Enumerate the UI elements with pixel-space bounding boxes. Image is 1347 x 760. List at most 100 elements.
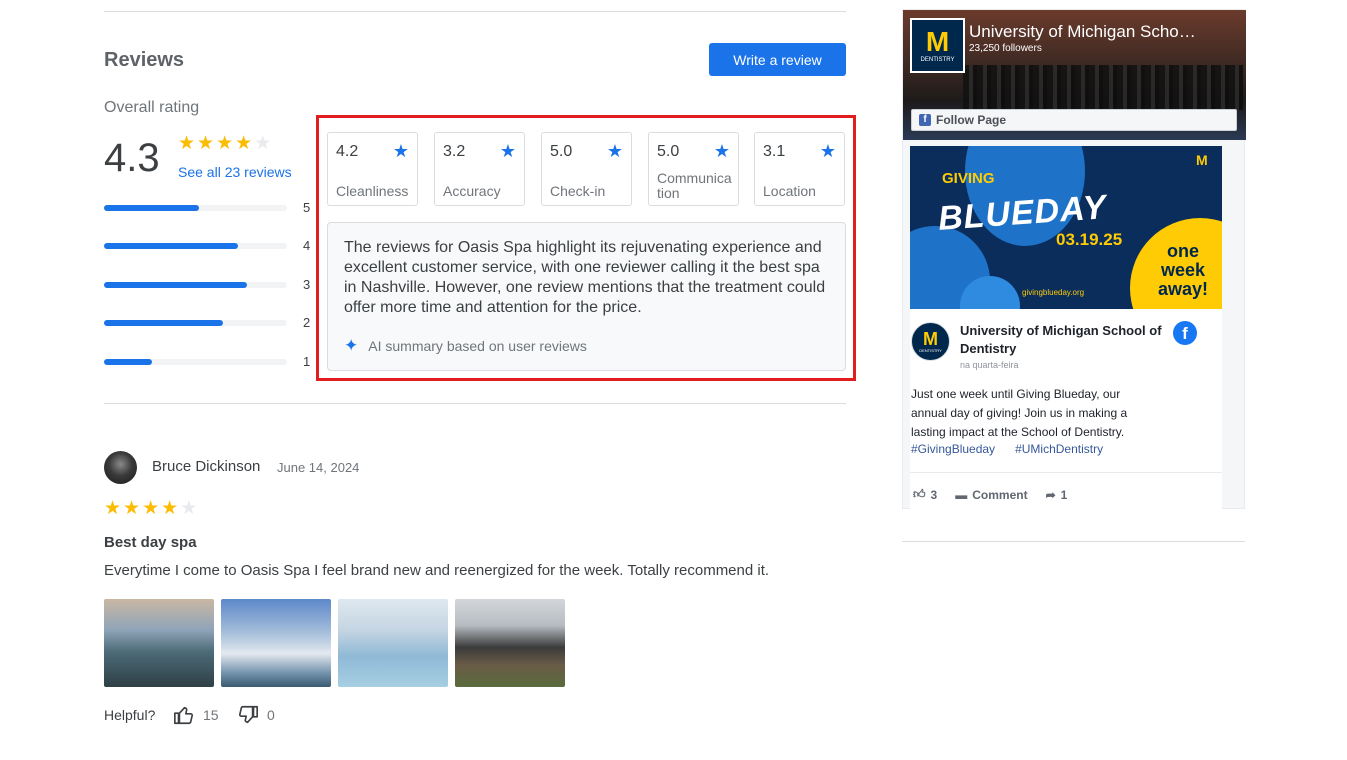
category-score: 3.1 — [763, 143, 786, 160]
star-icon: ★ — [161, 498, 179, 519]
category-card-location: 3.1 ★ Location — [754, 132, 845, 206]
comment-icon: ▬ — [955, 487, 968, 502]
facebook-icon[interactable]: f — [1173, 321, 1197, 345]
rating-bar-label: 2 — [303, 315, 311, 330]
star-empty-icon: ★ — [180, 498, 198, 519]
facebook-page-widget: M DENTISTRY University of Michigan Scho…… — [902, 9, 1246, 509]
rating-bar-3: 3 — [104, 277, 314, 292]
star-icon: ★ — [499, 141, 516, 161]
category-card-accuracy: 3.2 ★ Accuracy — [434, 132, 525, 206]
share-icon: ➦ — [1045, 487, 1056, 502]
top-divider — [104, 11, 846, 12]
rating-bar-fill — [104, 205, 200, 211]
star-empty-icon: ★ — [254, 133, 272, 154]
rating-bar-label: 3 — [303, 277, 311, 292]
see-all-reviews-link[interactable]: See all 23 reviews — [178, 164, 292, 180]
category-label: Check-in — [550, 183, 606, 199]
review-photo[interactable] — [104, 599, 214, 687]
category-card-cleanliness: 4.2 ★ Cleanliness — [327, 132, 418, 206]
michigan-logo-icon: M — [1196, 152, 1208, 168]
star-icon: ★ — [392, 141, 409, 161]
star-icon: ★ — [606, 141, 623, 161]
rating-bar-label: 1 — [303, 354, 311, 369]
rating-bar-1: 1 — [104, 354, 314, 369]
category-label: Location — [763, 183, 816, 199]
post-avatar[interactable]: M DENTISTRY — [911, 322, 950, 361]
like-button[interactable]: 👍︎ 3 — [913, 487, 937, 502]
review-photo[interactable] — [338, 599, 448, 687]
like-icon: 👍︎ — [913, 487, 926, 501]
hashtag-link[interactable]: #GivingBlueday — [911, 442, 995, 456]
section-divider — [104, 403, 846, 404]
helpful-no-count: 0 — [267, 707, 275, 723]
rating-bar-fill — [104, 243, 238, 249]
ai-summary-text: The reviews for Oasis Spa highlight its … — [344, 239, 826, 316]
category-score: 5.0 — [657, 143, 680, 160]
review-body: Everytime I come to Oasis Spa I feel bra… — [104, 562, 770, 579]
follow-page-button[interactable]: f Follow Page — [911, 109, 1237, 131]
ai-summary-panel: The reviews for Oasis Spa highlight its … — [327, 222, 846, 371]
sidebar-divider — [902, 541, 1245, 542]
category-label: Communication — [657, 170, 732, 201]
rating-bar-2: 2 — [104, 315, 314, 330]
write-review-button[interactable]: Write a review — [709, 43, 846, 76]
review-stars: ★ ★ ★ ★ ★ — [104, 499, 197, 519]
category-card-check-in: 5.0 ★ Check-in — [541, 132, 632, 206]
facebook-page-name[interactable]: University of Michigan Scho… — [969, 22, 1196, 42]
post-text: Just one week until Giving Blueday, our … — [911, 387, 1128, 439]
review-photo[interactable] — [455, 599, 565, 687]
category-score: 4.2 — [336, 143, 359, 160]
category-score: 5.0 — [550, 143, 573, 160]
helpful-no-button[interactable]: 0 — [237, 704, 275, 726]
category-card-communication: 5.0 ★ Communication — [648, 132, 739, 206]
star-icon: ★ — [142, 498, 160, 519]
rating-bar-4: 4 — [104, 238, 314, 253]
facebook-post: GIVING BLUEDAY 03.19.25 one week away! g… — [910, 146, 1222, 509]
review-date: June 14, 2024 — [277, 460, 360, 475]
star-icon: ★ — [104, 498, 122, 519]
thumbs-down-icon — [238, 705, 258, 724]
ai-summary-note: ✦ AI summary based on user reviews — [344, 336, 587, 356]
helpful-yes-button[interactable]: 15 — [173, 704, 219, 726]
star-icon: ★ — [216, 133, 234, 154]
review-photo[interactable] — [221, 599, 331, 687]
reviewer-name[interactable]: Bruce Dickinson — [152, 458, 260, 475]
overall-rating-label: Overall rating — [104, 99, 200, 116]
overall-rating-value: 4.3 — [104, 136, 160, 180]
star-icon: ★ — [235, 133, 253, 154]
facebook-f-icon: f — [919, 114, 931, 126]
comment-button[interactable]: ▬ Comment — [955, 487, 1027, 502]
hashtag-link[interactable]: #UMichDentistry — [1015, 442, 1103, 456]
star-icon: ★ — [178, 133, 196, 154]
reviews-heading: Reviews — [104, 49, 185, 71]
share-button[interactable]: ➦ 1 — [1046, 487, 1068, 502]
post-timestamp[interactable]: na quarta-feira — [960, 360, 1019, 370]
category-score: 3.2 — [443, 143, 466, 160]
rating-bar-label: 5 — [303, 200, 311, 215]
avatar[interactable] — [104, 451, 137, 484]
page-logo[interactable]: M DENTISTRY — [910, 18, 965, 73]
post-author[interactable]: University of Michigan School of Dentist… — [960, 322, 1175, 358]
star-icon: ★ — [197, 133, 215, 154]
rating-bar-fill — [104, 359, 152, 365]
star-icon: ★ — [819, 141, 836, 161]
star-icon: ★ — [123, 498, 141, 519]
rating-bar-label: 4 — [303, 238, 311, 253]
helpful-yes-count: 15 — [203, 707, 219, 723]
rating-bar-5: 5 — [104, 200, 314, 215]
helpful-label: Helpful? — [104, 707, 156, 723]
review-title: Best day spa — [104, 534, 197, 551]
facebook-cover-image[interactable]: M DENTISTRY University of Michigan Scho…… — [903, 10, 1246, 140]
ai-summary-note-label: AI summary based on user reviews — [368, 338, 587, 354]
post-actions: 👍︎ 3 ▬ Comment ➦ 1 — [913, 487, 1067, 502]
category-label: Accuracy — [443, 183, 501, 199]
overall-rating-stars: ★ ★ ★ ★ ★ — [178, 134, 271, 154]
category-label: Cleanliness — [336, 183, 409, 199]
star-icon: ★ — [713, 141, 730, 161]
rating-bar-fill — [104, 282, 247, 288]
giving-blueday-banner[interactable]: GIVING BLUEDAY 03.19.25 one week away! g… — [910, 146, 1222, 309]
rating-bar-fill — [104, 320, 223, 326]
post-hashtags: #GivingBlueday #UMichDentistry — [911, 442, 1103, 456]
facebook-followers: 23,250 followers — [969, 43, 1042, 54]
thumbs-up-icon — [174, 706, 194, 725]
